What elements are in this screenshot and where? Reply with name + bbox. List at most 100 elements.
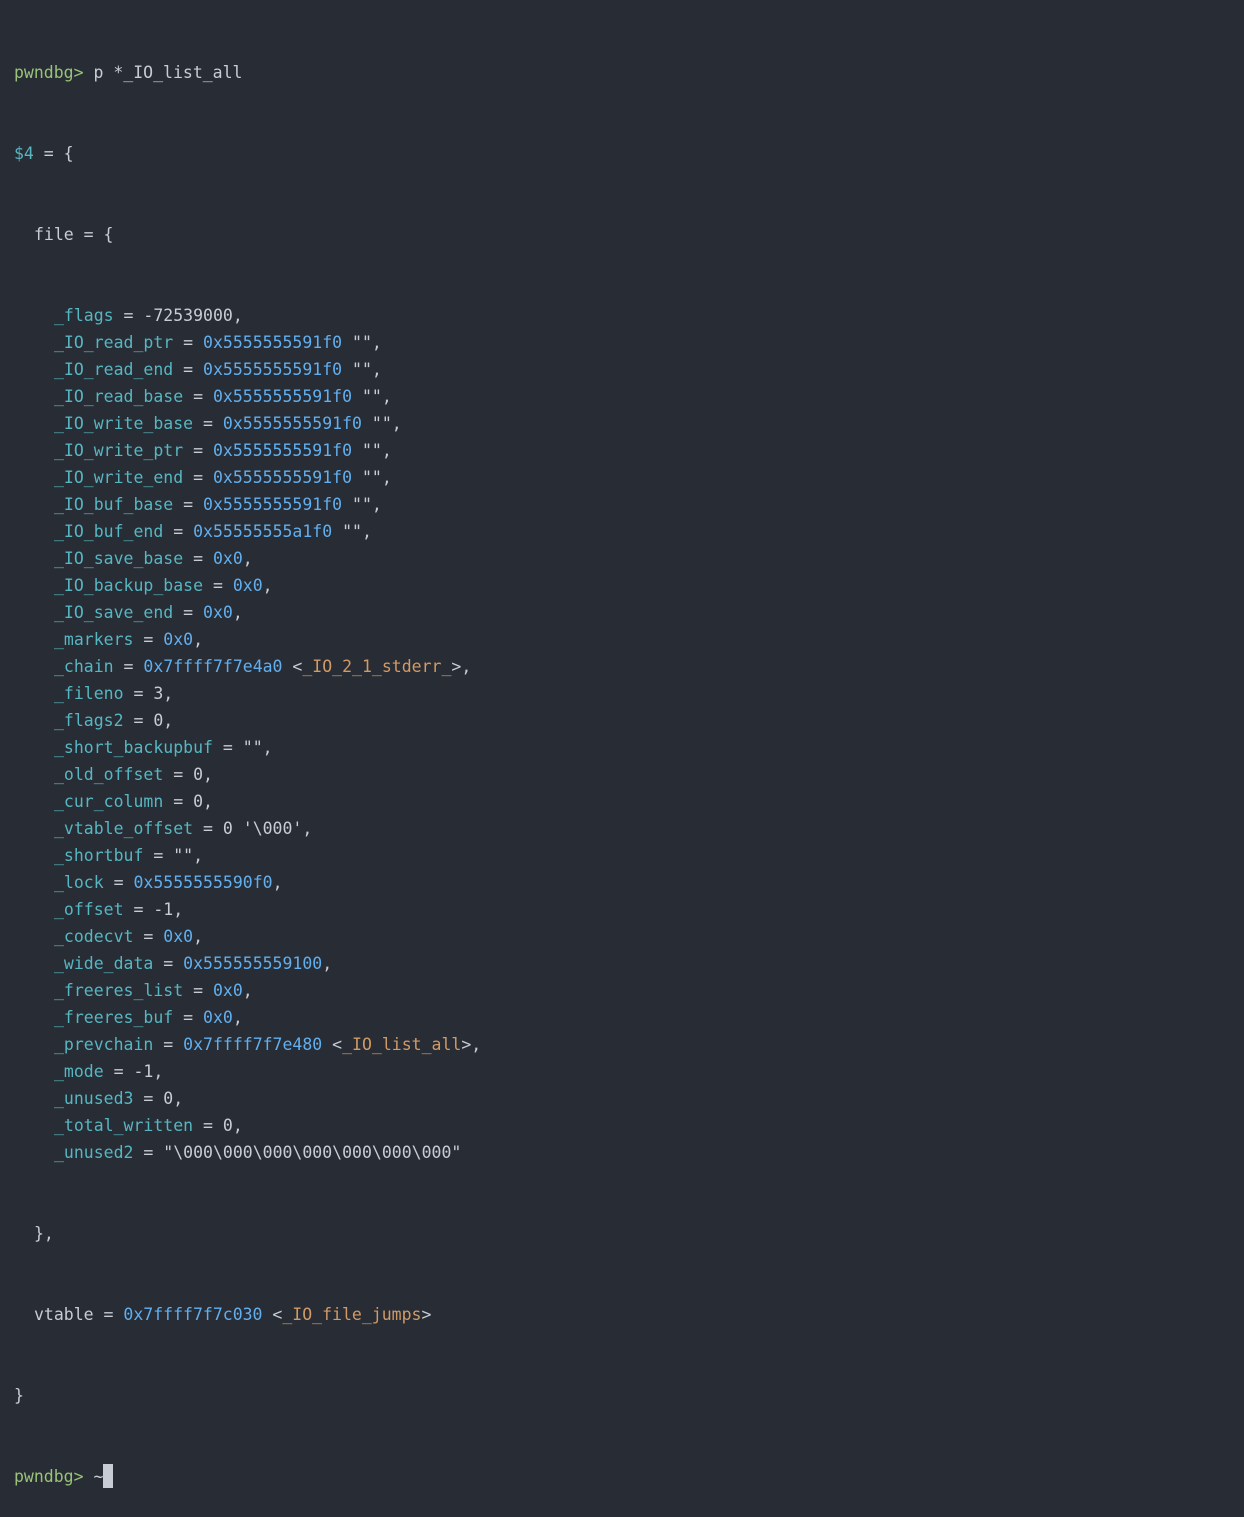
field-name: _IO_write_ptr [54, 441, 184, 460]
struct-field-line: _mode = -1, [54, 1062, 164, 1081]
field-address: 0x0 [212, 981, 243, 1000]
field-value: "" [173, 846, 194, 865]
field-address: 0x5555555591f0 [212, 468, 353, 487]
vtable-line: vtable = 0x7ffff7f7c030 <_IO_file_jumps> [34, 1305, 432, 1324]
field-suffix: , [232, 603, 243, 622]
field-suffix: , [193, 846, 204, 865]
field-name: _short_backupbuf [54, 738, 213, 757]
result-close: } [14, 1382, 1234, 1409]
field-address: 0x0 [232, 576, 263, 595]
field-name: _markers [54, 630, 134, 649]
field-suffix: , [203, 792, 213, 811]
field-suffix: , [461, 657, 472, 676]
field-suffix: , [262, 738, 273, 757]
struct-field-line: _short_backupbuf = "", [54, 738, 273, 757]
input-line[interactable]: pwndbg> ~ [14, 1463, 1234, 1490]
field-address: 0x5555555591f0 [212, 441, 353, 460]
terminal-output[interactable]: pwndbg> p *_IO_list_all $4 = { file = { … [14, 5, 1234, 1517]
field-suffix: "", [352, 441, 392, 460]
file-open-text: file = { [34, 225, 114, 244]
struct-field-line: _flags = -72539000, [54, 306, 243, 325]
field-address: 0x0 [163, 630, 194, 649]
field-name: _IO_buf_end [54, 522, 164, 541]
field-suffix: , [153, 1062, 164, 1081]
field-value: -72539000 [143, 306, 233, 325]
field-suffix: "", [342, 495, 382, 514]
final-prompt-label: pwndbg> [14, 1467, 84, 1486]
field-suffix: , [203, 765, 213, 784]
field-value: 0 [163, 1089, 174, 1108]
struct-field-line: _IO_write_end = 0x5555555591f0 "", [54, 468, 392, 487]
field-name: _IO_buf_base [54, 495, 174, 514]
field-suffix: , [242, 981, 253, 1000]
field-name: _lock [54, 873, 104, 892]
struct-field-line: _freeres_buf = 0x0, [54, 1008, 243, 1027]
vtable-symbol: _IO_file_jumps [282, 1305, 422, 1324]
field-suffix: , [193, 630, 204, 649]
field-name: _IO_read_ptr [54, 333, 174, 352]
field-address: 0x7ffff7f7e4a0 [143, 657, 283, 676]
field-address: 0x5555555591f0 [203, 333, 343, 352]
prompt-label: pwndbg> [14, 63, 84, 82]
field-address: 0x5555555590f0 [133, 873, 273, 892]
struct-field-line: _old_offset = 0, [54, 765, 213, 784]
field-address: 0x0 [203, 1008, 233, 1027]
field-name: _vtable_offset [54, 819, 194, 838]
field-symbol: _IO_2_1_stderr_ [302, 657, 452, 676]
struct-field-line: _total_written = 0, [54, 1116, 243, 1135]
field-value: 0 [153, 711, 164, 730]
struct-field-line: _fileno = 3, [54, 684, 174, 703]
field-name: _IO_write_base [54, 414, 194, 433]
field-name: _freeres_buf [54, 1008, 174, 1027]
field-name: _IO_write_end [54, 468, 184, 487]
field-name: _offset [54, 900, 124, 919]
field-name: _prevchain [54, 1035, 154, 1054]
result-close-brace: } [14, 1386, 24, 1405]
field-suffix: , [262, 576, 273, 595]
field-suffix: "", [342, 333, 382, 352]
field-name: _flags2 [54, 711, 124, 730]
struct-field-line: _IO_save_base = 0x0, [54, 549, 253, 568]
field-name: _cur_column [54, 792, 164, 811]
field-address: 0x555555559100 [183, 954, 323, 973]
struct-field-line: _IO_buf_end = 0x55555555a1f0 "", [54, 522, 372, 541]
struct-field-line: _IO_backup_base = 0x0, [54, 576, 273, 595]
struct-field-line: _shortbuf = "", [54, 846, 204, 865]
field-name: _codecvt [54, 927, 134, 946]
field-name: _unused2 [54, 1143, 134, 1162]
field-address: 0x5555555591f0 [203, 360, 343, 379]
field-name: _IO_read_base [54, 387, 184, 406]
field-symbol: _IO_list_all [342, 1035, 462, 1054]
file-struct-close: }, [14, 1220, 1234, 1247]
field-suffix: , [193, 927, 204, 946]
file-struct-open: file = { [14, 221, 1234, 248]
field-name: _unused3 [54, 1089, 134, 1108]
command-text: p *_IO_list_all [83, 63, 243, 82]
struct-field-line: _lock = 0x5555555590f0, [54, 873, 283, 892]
field-address: 0x0 [163, 927, 194, 946]
struct-field-line: _IO_write_base = 0x5555555591f0 "", [54, 414, 402, 433]
file-fields: _flags = -72539000, _IO_read_ptr = 0x5555… [14, 302, 1234, 1166]
field-address: 0x0 [203, 603, 233, 622]
field-suffix: , [272, 873, 283, 892]
field-suffix: , [163, 684, 174, 703]
field-name: _IO_save_base [54, 549, 184, 568]
field-name: _fileno [54, 684, 124, 703]
field-value: 0 [193, 765, 204, 784]
field-suffix: , [232, 1116, 243, 1135]
field-suffix: "", [361, 414, 402, 433]
struct-field-line: _freeres_list = 0x0, [54, 981, 253, 1000]
input-text[interactable]: ~ [84, 1467, 103, 1486]
field-name: _IO_read_end [54, 360, 174, 379]
struct-field-line: _markers = 0x0, [54, 630, 204, 649]
field-name: _flags [54, 306, 114, 325]
field-name: _IO_save_end [54, 603, 174, 622]
field-suffix: "", [342, 360, 382, 379]
struct-field-line: _IO_read_ptr = 0x5555555591f0 "", [54, 333, 382, 352]
struct-field-line: _prevchain = 0x7ffff7f7e480 <_IO_list_al… [54, 1035, 482, 1054]
field-value: 0 [193, 792, 204, 811]
struct-field-line: _cur_column = 0, [54, 792, 213, 811]
field-suffix: , [322, 954, 333, 973]
struct-field-line: _IO_save_end = 0x0, [54, 603, 243, 622]
field-suffix: , [302, 819, 313, 838]
